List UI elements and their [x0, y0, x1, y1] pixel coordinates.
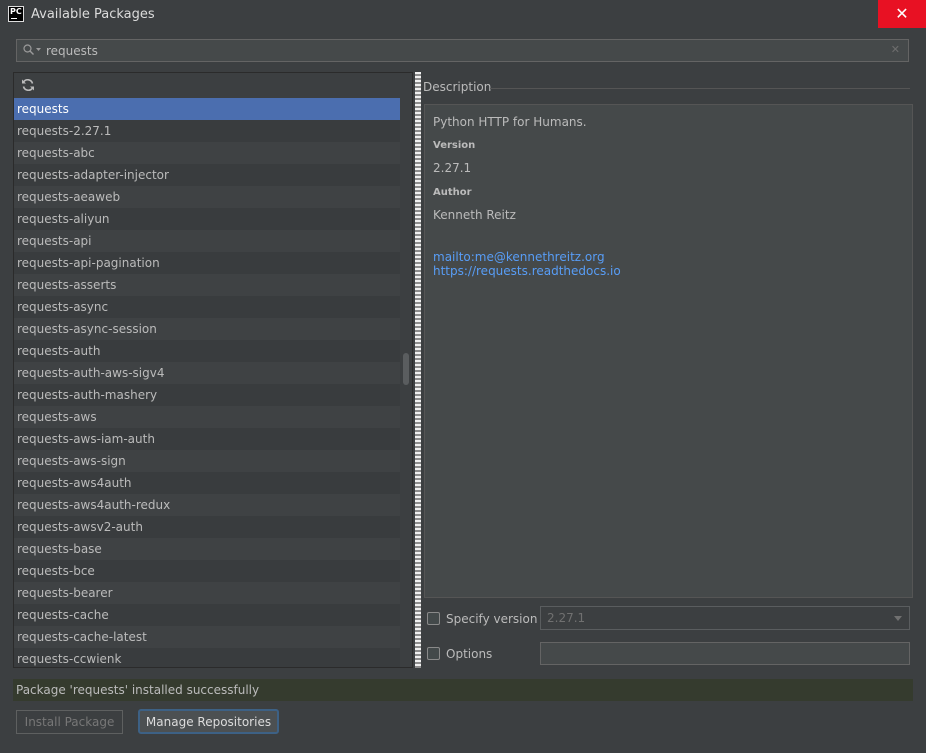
version-value: 2.27.1 — [433, 161, 472, 175]
chevron-down-icon — [894, 616, 902, 621]
close-button[interactable]: ✕ — [878, 0, 926, 28]
status-message: Package 'requests' installed successfull… — [13, 679, 913, 701]
list-item[interactable]: requests-abc — [14, 142, 400, 164]
list-item[interactable]: requests-aws — [14, 406, 400, 428]
package-list[interactable]: requests requests-2.27.1 requests-abc reque… — [14, 98, 400, 667]
author-value: Kenneth Reitz — [433, 208, 516, 222]
list-item[interactable]: requests-auth — [14, 340, 400, 362]
specify-version-checkbox[interactable] — [427, 612, 440, 625]
list-item[interactable]: requests-aliyun — [14, 208, 400, 230]
manage-repositories-button[interactable]: Manage Repositories — [138, 709, 279, 734]
refresh-icon[interactable] — [21, 78, 35, 92]
list-item[interactable]: requests-bce — [14, 560, 400, 582]
splitter-handle[interactable] — [415, 72, 421, 668]
list-toolbar — [14, 73, 412, 97]
description-divider — [490, 88, 910, 89]
homepage-link[interactable]: https://requests.readthedocs.io — [433, 264, 621, 278]
list-item[interactable]: requests-base — [14, 538, 400, 560]
list-item[interactable]: requests-api — [14, 230, 400, 252]
version-label: Version — [433, 140, 476, 151]
list-item[interactable]: requests-auth-aws-sigv4 — [14, 362, 400, 384]
list-item[interactable]: requests-auth-mashery — [14, 384, 400, 406]
install-package-button[interactable]: Install Package — [16, 710, 123, 734]
title-bar: PC Available Packages ✕ — [0, 0, 926, 30]
list-item[interactable]: requests-async-session — [14, 318, 400, 340]
specify-version-label: Specify version — [446, 612, 538, 626]
close-icon[interactable]: ✕ — [891, 43, 900, 56]
list-item[interactable]: requests-aws4auth — [14, 472, 400, 494]
author-label: Author — [433, 187, 472, 198]
description-panel: Python HTTP for Humans. Version 2.27.1 A… — [424, 104, 913, 598]
list-item[interactable]: requests-aeaweb — [14, 186, 400, 208]
list-item[interactable]: requests-asserts — [14, 274, 400, 296]
list-item[interactable]: requests — [14, 98, 400, 120]
list-item[interactable]: requests-ccwienk — [14, 648, 400, 667]
options-label: Options — [446, 647, 493, 661]
search-icon — [23, 44, 34, 55]
list-item[interactable]: requests-awsv2-auth — [14, 516, 400, 538]
package-summary: Python HTTP for Humans. — [433, 115, 587, 129]
pycharm-icon: PC — [8, 6, 24, 22]
list-item[interactable]: requests-cache-latest — [14, 626, 400, 648]
window-title: Available Packages — [31, 7, 155, 22]
search-history-chevron-icon[interactable] — [36, 48, 41, 52]
search-input[interactable] — [46, 41, 886, 60]
list-item[interactable]: requests-2.27.1 — [14, 120, 400, 142]
description-header: Description — [423, 80, 492, 94]
list-item[interactable]: requests-aws-sign — [14, 450, 400, 472]
list-item[interactable]: requests-aws4auth-redux — [14, 494, 400, 516]
list-item[interactable]: requests-async — [14, 296, 400, 318]
list-item[interactable]: requests-aws-iam-auth — [14, 428, 400, 450]
options-input[interactable] — [540, 642, 910, 665]
list-item[interactable]: requests-bearer — [14, 582, 400, 604]
options-checkbox[interactable] — [427, 647, 440, 660]
scrollbar-thumb[interactable] — [403, 353, 409, 385]
search-field[interactable]: ✕ — [16, 39, 909, 62]
list-item[interactable]: requests-api-pagination — [14, 252, 400, 274]
author-email-link[interactable]: mailto:me@kennethreitz.org — [433, 250, 605, 264]
version-select[interactable]: 2.27.1 — [540, 606, 910, 630]
list-item[interactable]: requests-adapter-injector — [14, 164, 400, 186]
list-item[interactable]: requests-cache — [14, 604, 400, 626]
version-select-value: 2.27.1 — [547, 611, 586, 625]
package-list-panel: requests requests-2.27.1 requests-abc reque… — [13, 72, 413, 668]
